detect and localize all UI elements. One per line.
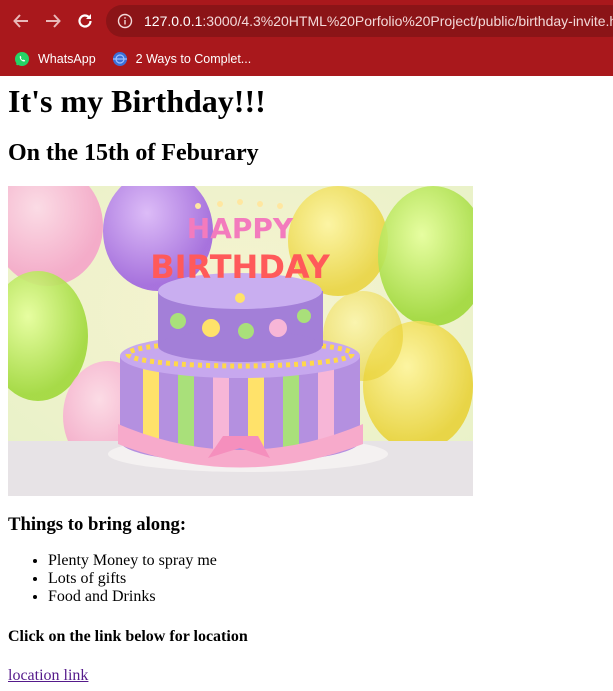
bookmark-label: WhatsApp xyxy=(38,52,96,66)
arrow-left-icon xyxy=(13,14,28,28)
date-heading: On the 15th of Feburary xyxy=(8,140,259,166)
url-text: 127.0.0.1:3000/4.3%20HTML%20Porfolio%20P… xyxy=(144,13,613,29)
bookmark-whatsapp[interactable]: WhatsApp xyxy=(14,51,96,67)
things-list: Plenty Money to spray me Lots of gifts F… xyxy=(8,552,613,606)
birthday-cake-image: HAPPY BIRTHDAY xyxy=(8,186,473,496)
arrow-right-icon xyxy=(46,14,61,28)
whatsapp-icon xyxy=(14,51,30,67)
bookmark-2-ways[interactable]: 2 Ways to Complet... xyxy=(112,51,252,67)
reload-icon xyxy=(78,14,92,28)
browser-chrome: 127.0.0.1:3000/4.3%20HTML%20Porfolio%20P… xyxy=(0,0,613,76)
site-info-icon[interactable] xyxy=(116,12,134,30)
cake-topper-text: BIRTHDAY xyxy=(150,248,330,286)
list-item: Plenty Money to spray me xyxy=(48,552,613,570)
page-content: It's my Birthday!!! On the 15th of Febur… xyxy=(0,83,613,685)
url-path: :3000/4.3%20HTML%20Porfolio%20Project/pu… xyxy=(202,13,613,29)
globe-icon xyxy=(112,51,128,67)
list-item: Lots of gifts xyxy=(48,570,613,588)
page-title: It's my Birthday!!! xyxy=(8,83,266,119)
bookmarks-bar: WhatsApp 2 Ways to Complet... xyxy=(0,42,613,76)
address-bar[interactable]: 127.0.0.1:3000/4.3%20HTML%20Porfolio%20P… xyxy=(106,5,613,37)
url-host: 127.0.0.1 xyxy=(144,13,203,29)
list-item: Food and Drinks xyxy=(48,588,613,606)
things-heading: Things to bring along: xyxy=(8,514,187,535)
reload-button[interactable] xyxy=(74,10,96,32)
cake-topper-text: HAPPY xyxy=(187,212,294,245)
location-link[interactable]: location link xyxy=(8,667,88,685)
back-button[interactable] xyxy=(10,10,32,32)
forward-button[interactable] xyxy=(42,10,64,32)
location-heading: Click on the link below for location xyxy=(8,628,248,645)
bookmark-label: 2 Ways to Complet... xyxy=(135,52,252,66)
browser-toolbar: 127.0.0.1:3000/4.3%20HTML%20Porfolio%20P… xyxy=(0,0,613,42)
